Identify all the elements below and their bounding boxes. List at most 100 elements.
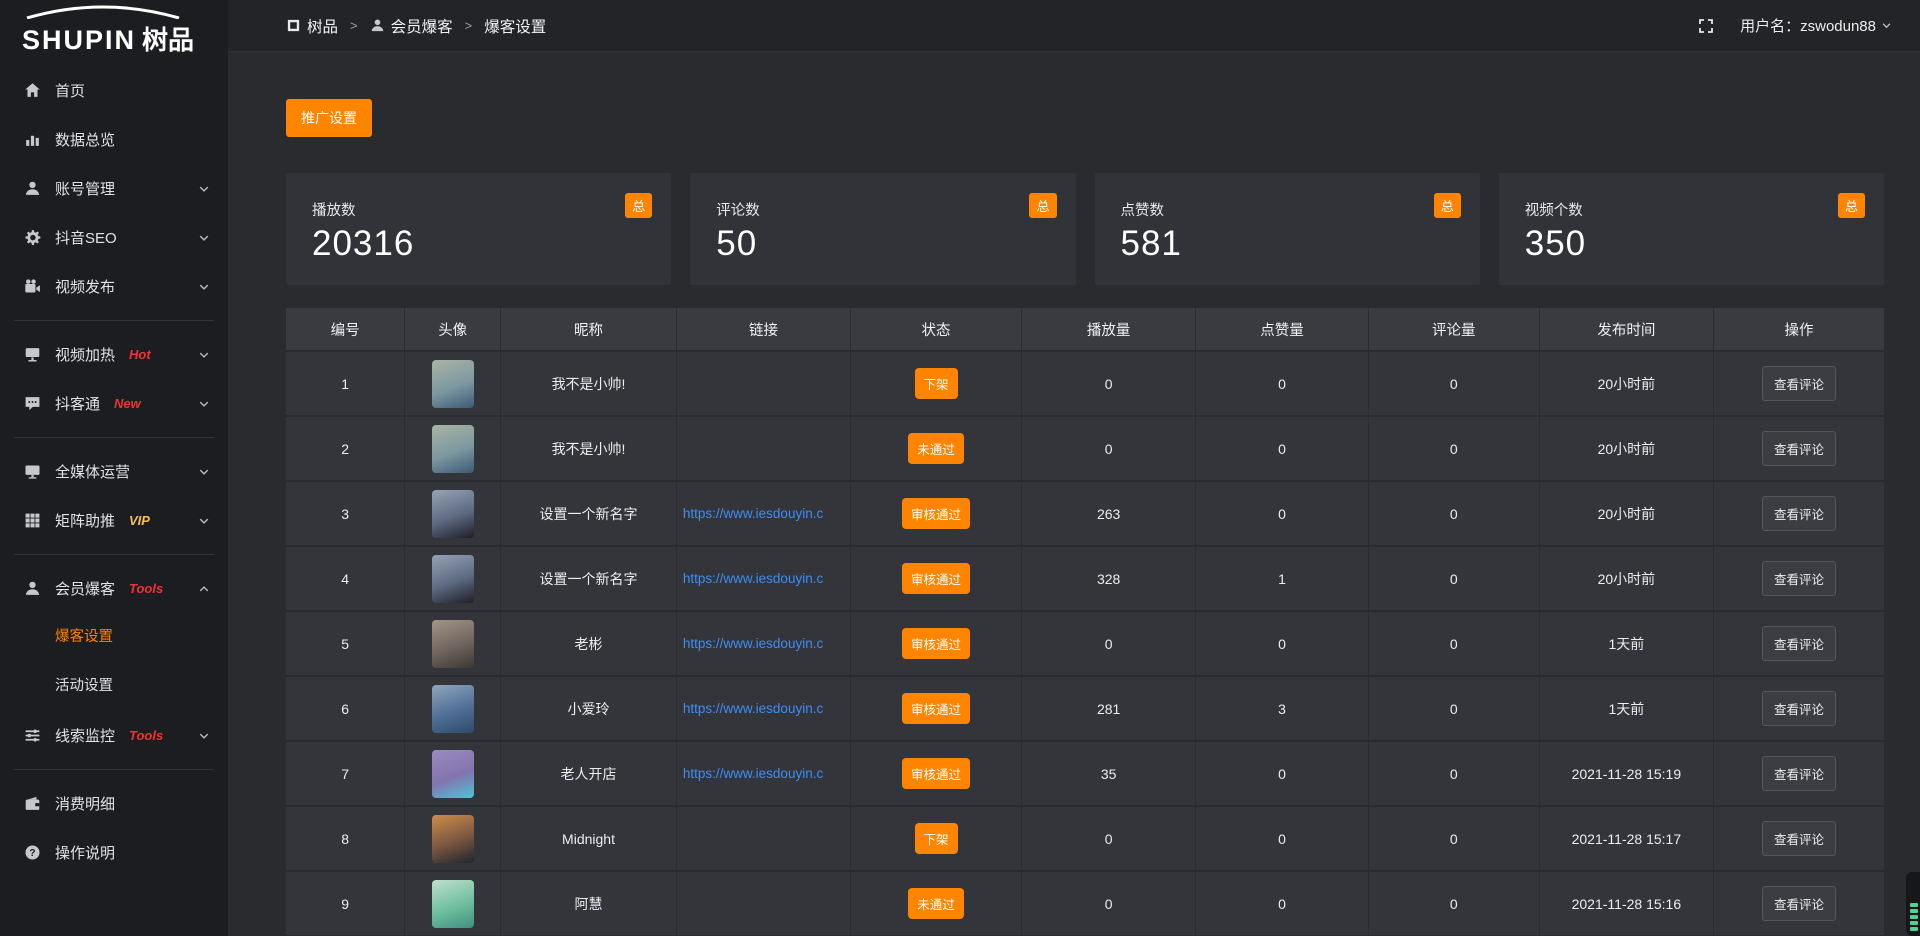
view-comments-button[interactable]: 查看评论 xyxy=(1762,366,1836,401)
battery-segment xyxy=(1910,915,1918,919)
cell-id: 3 xyxy=(286,482,404,545)
sidebar-item[interactable]: 视频加热Hot xyxy=(0,330,228,379)
status-button[interactable]: 审核通过 xyxy=(902,628,970,659)
sidebar-item-label: 数据总览 xyxy=(55,129,115,150)
cell-status: 审核通过 xyxy=(850,612,1021,675)
status-button[interactable]: 审核通过 xyxy=(902,498,970,529)
breadcrumb-label: 爆客设置 xyxy=(484,15,546,37)
cell-status: 未通过 xyxy=(850,872,1021,935)
table-row: 6小爱玲https://www.iesdouyin.c审核通过281301天前查… xyxy=(286,677,1884,740)
video-link[interactable]: https://www.iesdouyin.c xyxy=(677,506,850,521)
cell-nickname: 阿慧 xyxy=(500,872,676,935)
sidebar-item[interactable]: 视频发布 xyxy=(0,262,228,311)
promotion-settings-button[interactable]: 推广设置 xyxy=(286,99,372,137)
sidebar-item-label: 视频发布 xyxy=(55,276,115,297)
cell-likes: 0 xyxy=(1195,612,1368,675)
cell-comments: 0 xyxy=(1368,677,1539,740)
total-badge: 总 xyxy=(625,193,652,218)
column-header: 昵称 xyxy=(500,308,676,350)
status-button[interactable]: 审核通过 xyxy=(902,693,970,724)
view-comments-button[interactable]: 查看评论 xyxy=(1762,756,1836,791)
sidebar-item[interactable]: ? 操作说明 xyxy=(0,828,228,877)
cell-nickname: 老人开店 xyxy=(500,742,676,805)
chevron-up-icon xyxy=(198,583,210,595)
status-button[interactable]: 下架 xyxy=(915,823,958,854)
status-button[interactable]: 下架 xyxy=(915,368,958,399)
cell-status: 下架 xyxy=(850,352,1021,415)
cell-time: 20小时前 xyxy=(1539,482,1713,545)
sidebar-subitem[interactable]: 爆客设置 xyxy=(0,613,228,662)
column-header: 评论量 xyxy=(1368,308,1539,350)
cell-id: 8 xyxy=(286,807,404,870)
breadcrumb-item[interactable]: 树品 xyxy=(286,15,338,37)
sidebar-item[interactable]: 全媒体运营 xyxy=(0,447,228,496)
avatar xyxy=(432,815,474,863)
avatar xyxy=(432,425,474,473)
cell-time: 1天前 xyxy=(1539,677,1713,740)
sidebar-item[interactable]: 首页 xyxy=(0,66,228,115)
sidebar-item[interactable]: 消费明细 xyxy=(0,779,228,828)
battery-segment xyxy=(1910,909,1918,913)
status-button[interactable]: 未通过 xyxy=(908,888,964,919)
battery-segment xyxy=(1910,927,1918,931)
sidebar-item[interactable]: 线索监控Tools xyxy=(0,711,228,760)
content: 推广设置 播放数20316总评论数50总点赞数581总视频个数350总 编号头像… xyxy=(228,52,1920,936)
sidebar-item[interactable]: 账号管理 xyxy=(0,164,228,213)
video-link[interactable]: https://www.iesdouyin.c xyxy=(677,701,850,716)
video-link[interactable]: https://www.iesdouyin.c xyxy=(677,636,850,651)
stat-card-label: 视频个数 xyxy=(1525,199,1884,220)
brand-logo[interactable]: SHUPIN树品 xyxy=(0,0,228,56)
sidebar-item[interactable]: 抖客通New xyxy=(0,379,228,428)
battery-widget xyxy=(1906,872,1920,936)
username-menu[interactable]: 用户名：zswodun88 xyxy=(1740,15,1892,36)
column-header: 链接 xyxy=(676,308,850,350)
view-comments-button[interactable]: 查看评论 xyxy=(1762,496,1836,531)
status-button[interactable]: 审核通过 xyxy=(902,563,970,594)
cell-nickname: Midnight xyxy=(500,807,676,870)
cell-id: 9 xyxy=(286,872,404,935)
member-icon xyxy=(24,580,41,597)
screen-icon xyxy=(24,346,41,363)
stat-card-value: 581 xyxy=(1121,224,1480,264)
stat-card: 视频个数350总 xyxy=(1499,173,1884,285)
view-comments-button[interactable]: 查看评论 xyxy=(1762,821,1836,856)
cell-link xyxy=(676,417,850,480)
column-header: 头像 xyxy=(404,308,500,350)
sidebar-item[interactable]: 数据总览 xyxy=(0,115,228,164)
video-link[interactable]: https://www.iesdouyin.c xyxy=(677,766,850,781)
table-row: 4设置一个新名字https://www.iesdouyin.c审核通过32810… xyxy=(286,547,1884,610)
cell-status: 审核通过 xyxy=(850,482,1021,545)
user-icon xyxy=(24,180,41,197)
table-row: 3设置一个新名字https://www.iesdouyin.c审核通过26300… xyxy=(286,482,1884,545)
sidebar-item[interactable]: 矩阵助推VIP xyxy=(0,496,228,545)
sidebar-item[interactable]: 会员爆客Tools xyxy=(0,564,228,613)
status-button[interactable]: 审核通过 xyxy=(902,758,970,789)
breadcrumb-item[interactable]: 会员爆客 xyxy=(370,15,453,37)
view-comments-button[interactable]: 查看评论 xyxy=(1762,561,1836,596)
chevron-down-icon xyxy=(1881,20,1892,31)
stat-card: 播放数20316总 xyxy=(286,173,671,285)
cell-id: 1 xyxy=(286,352,404,415)
sidebar-item[interactable]: 抖音SEO xyxy=(0,213,228,262)
brand-name-en: SHUPIN xyxy=(22,25,136,55)
chevron-down-icon xyxy=(198,466,210,478)
view-comments-button[interactable]: 查看评论 xyxy=(1762,431,1836,466)
user-area: 用户名：zswodun88 xyxy=(1698,15,1892,36)
monitor-icon xyxy=(24,463,41,480)
breadcrumb-item[interactable]: 爆客设置 xyxy=(484,15,546,37)
status-button[interactable]: 未通过 xyxy=(908,433,964,464)
cell-action: 查看评论 xyxy=(1713,612,1884,675)
fullscreen-icon[interactable] xyxy=(1698,18,1714,34)
sidebar-subitem[interactable]: 活动设置 xyxy=(0,662,228,711)
view-comments-button[interactable]: 查看评论 xyxy=(1762,691,1836,726)
view-comments-button[interactable]: 查看评论 xyxy=(1762,886,1836,921)
view-comments-button[interactable]: 查看评论 xyxy=(1762,626,1836,661)
table-header-row: 编号头像昵称链接状态播放量点赞量评论量发布时间操作 xyxy=(286,308,1884,350)
sidebar-item-label: 操作说明 xyxy=(55,842,115,863)
video-link[interactable]: https://www.iesdouyin.c xyxy=(677,571,850,586)
chevron-down-icon xyxy=(198,398,210,410)
cell-plays: 281 xyxy=(1021,677,1195,740)
table-row: 5老彬https://www.iesdouyin.c审核通过0001天前查看评论 xyxy=(286,612,1884,675)
grid-icon xyxy=(24,512,41,529)
svg-text:?: ? xyxy=(29,848,35,859)
